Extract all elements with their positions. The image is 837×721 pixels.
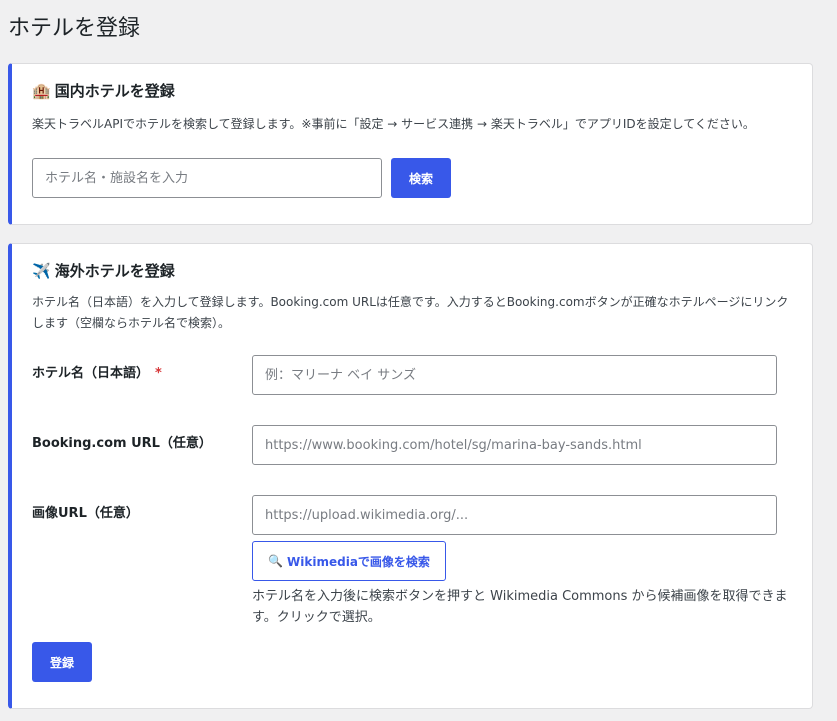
wikimedia-help-text: ホテル名を入力後に検索ボタンを押すと Wikimedia Commons から候… (252, 589, 788, 625)
overseas-hotel-card: ✈️ 海外ホテルを登録 ホテル名（日本語）を入力して登録します。Booking.c… (8, 243, 813, 709)
required-mark: * (155, 366, 162, 381)
hotel-name-input[interactable] (252, 355, 777, 395)
search-button[interactable]: 検索 (391, 158, 451, 198)
hotel-name-label-text: ホテル名（日本語） (32, 366, 150, 381)
domestic-description: 楽天トラベルAPIでホテルを検索して登録します。※事前に「設定 → サービス連携… (32, 117, 755, 131)
hotel-search-input[interactable] (32, 158, 382, 198)
overseas-title-text: 海外ホテルを登録 (54, 262, 175, 280)
image-url-input[interactable] (252, 495, 777, 535)
hotel-name-label: ホテル名（日本語） * (32, 362, 162, 381)
image-url-label: 画像URL（任意） (32, 506, 139, 521)
booking-url-label: Booking.com URL（任意） (32, 436, 212, 451)
search-icon: 🔍 (268, 554, 284, 568)
register-button[interactable]: 登録 (32, 642, 92, 682)
hotel-icon: 🏨 (32, 82, 51, 100)
wikimedia-search-label: Wikimediaで画像を検索 (287, 554, 430, 569)
page-title: ホテルを登録 (8, 16, 141, 41)
domestic-title-text: 国内ホテルを登録 (54, 82, 175, 100)
domestic-card-title: 🏨 国内ホテルを登録 (32, 80, 175, 101)
overseas-description: ホテル名（日本語）を入力して登録します。Booking.com URLは任意です… (32, 295, 789, 330)
wikimedia-search-button[interactable]: 🔍 Wikimediaで画像を検索 (252, 541, 446, 581)
overseas-card-title: ✈️ 海外ホテルを登録 (32, 260, 175, 281)
airplane-icon: ✈️ (32, 262, 51, 280)
domestic-hotel-card: 🏨 国内ホテルを登録 楽天トラベルAPIでホテルを検索して登録します。※事前に「設… (8, 63, 813, 225)
booking-url-input[interactable] (252, 425, 777, 465)
